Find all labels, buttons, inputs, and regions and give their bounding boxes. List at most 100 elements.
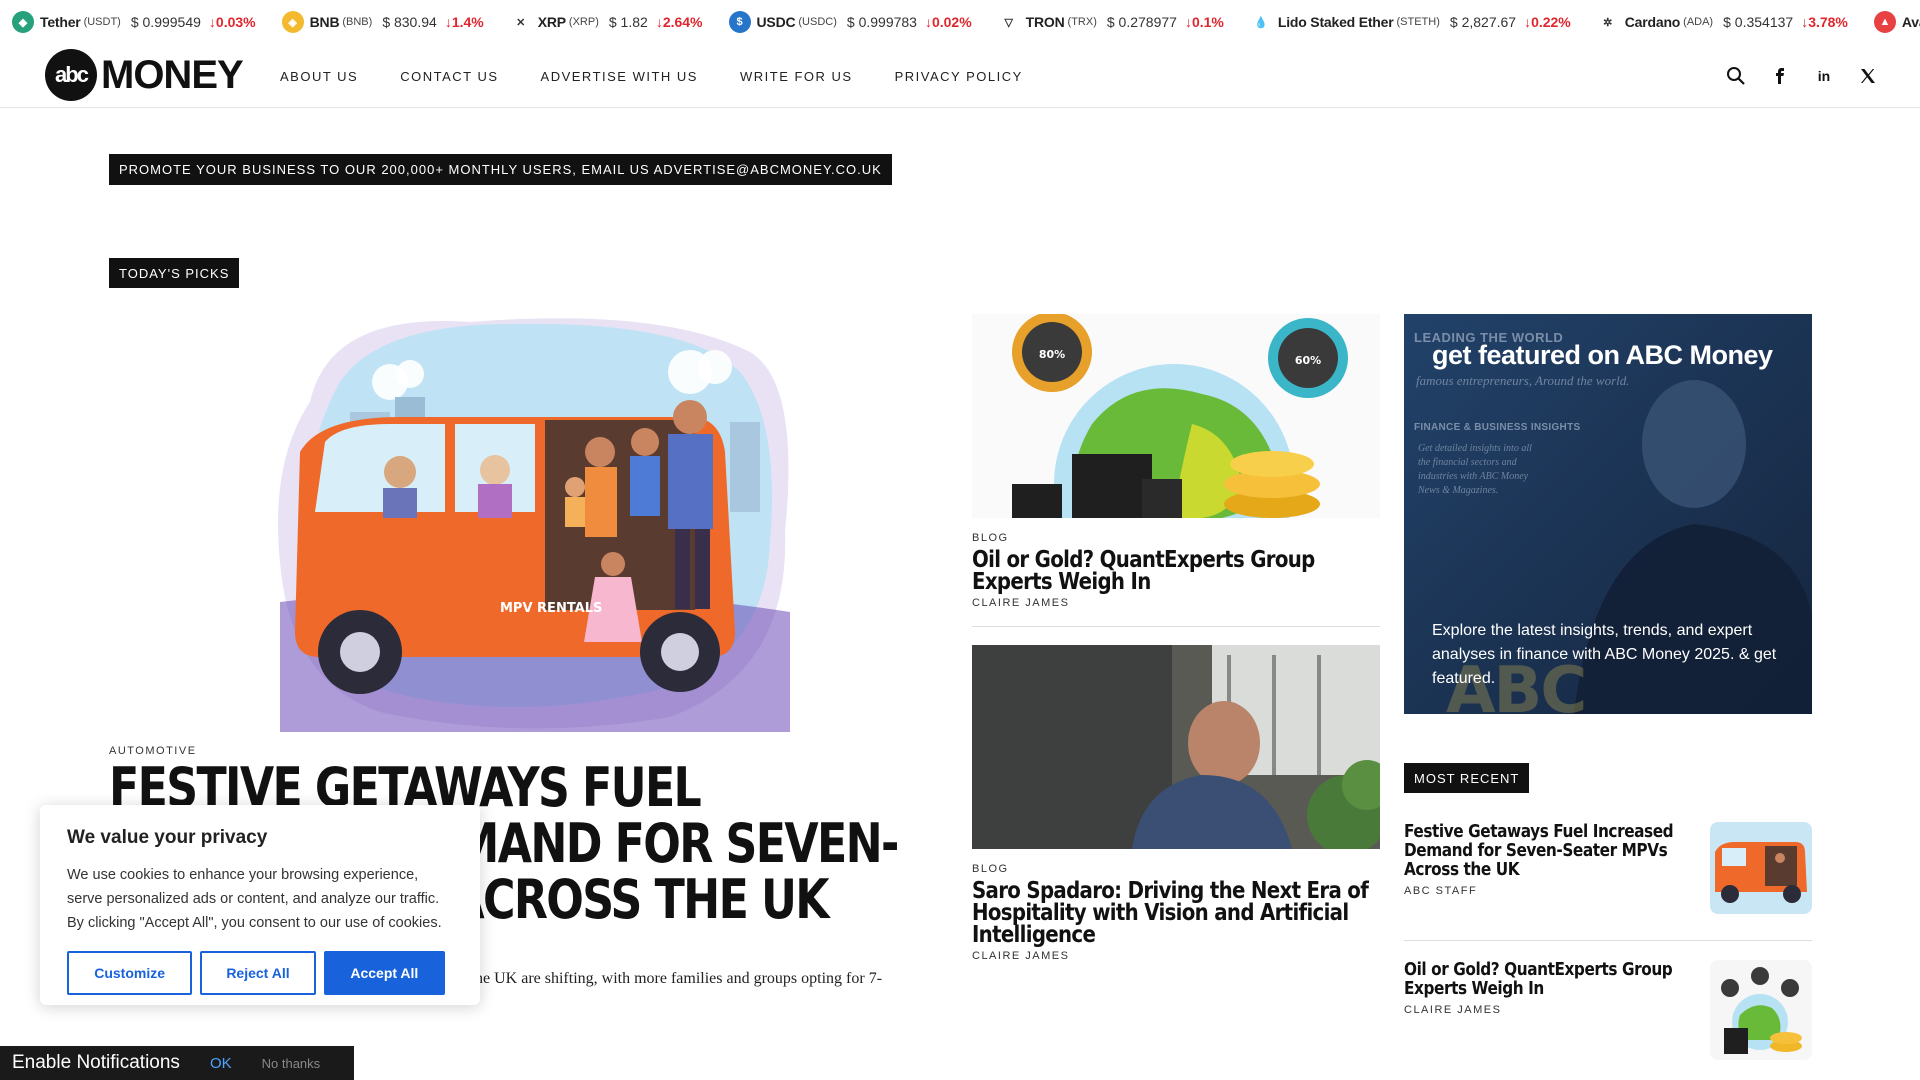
coin-symbol: (ADA) <box>1683 16 1714 28</box>
arrow-down-icon: ↓ <box>208 14 216 30</box>
van-logo-text: MPV RENTALS <box>500 601 602 616</box>
customize-button[interactable]: Customize <box>67 951 193 995</box>
article-card-author[interactable]: CLAIRE JAMES <box>972 597 1442 609</box>
facebook-icon[interactable] <box>1768 64 1792 88</box>
arrow-down-icon: ↓ <box>444 14 452 30</box>
arrow-down-icon: ↓ <box>1524 14 1532 30</box>
nav-link-write-for-us[interactable]: WRITE FOR US <box>740 69 853 84</box>
article-card: 80% 60% BLOG Oil or Gold? QuantExperts G… <box>972 314 1442 609</box>
recent-divider <box>1404 940 1812 941</box>
coin-symbol: (USDT) <box>83 16 121 28</box>
article-card: BLOG Saro Spadaro: Driving the Next Era … <box>972 645 1442 962</box>
cookie-consent-dialog: We value your privacy We use cookies to … <box>40 805 480 1005</box>
ticker-item[interactable]: ▲Avalanche(AV <box>1873 11 1920 33</box>
ticker-item[interactable]: ◆ Tether (USDT) $ 0.999549 ↓0.03% <box>12 11 266 33</box>
article-card-author[interactable]: CLAIRE JAMES <box>972 950 1442 962</box>
accept-all-button[interactable]: Accept All <box>323 951 445 995</box>
recent-item-title[interactable]: Festive Getaways Fuel Increased Demand f… <box>1404 822 1710 879</box>
recent-item-title[interactable]: Oil or Gold? QuantExperts Group Experts … <box>1404 960 1710 998</box>
coin-change-value: 0.02% <box>931 14 972 30</box>
coin-logo-icon: ✲ <box>1596 11 1619 33</box>
hero-article-image[interactable]: MPV RENTALS <box>270 312 800 732</box>
card-divider <box>972 626 1380 627</box>
coin-change-value: 3.78% <box>1808 14 1848 30</box>
todays-picks-label: TODAY'S PICKS <box>109 258 240 288</box>
ticker-item[interactable]: 💧 Lido Staked Ether (STETH) $ 2,827.67 ↓0.22… <box>1249 11 1581 33</box>
nav-icons: in <box>1704 44 1880 108</box>
coin-change-value: 0.03% <box>215 14 256 30</box>
ticker-item[interactable]: ✕ XRP (XRP) $ 1.82 ↓2.64% <box>509 11 713 33</box>
nav-link-privacy-policy[interactable]: PRIVACY POLICY <box>895 69 1023 84</box>
coin-change-value: 0.22% <box>1531 14 1571 30</box>
arrow-down-icon: ↓ <box>924 14 932 30</box>
coin-name: XRP <box>537 14 566 30</box>
coin-change: ↓0.03% <box>209 14 256 30</box>
coin-price: $ 830.94 <box>382 14 437 30</box>
coin-price: $ 0.278977 <box>1106 14 1177 30</box>
coin-change: ↓0.22% <box>1524 14 1571 30</box>
nav-link-advertise-with-us[interactable]: ADVERTISE WITH US <box>541 69 698 84</box>
featured-insights-text: Get detailed insights into all the finan… <box>1418 443 1532 496</box>
recent-item-thumbnail[interactable] <box>1710 822 1812 914</box>
oil-percent-badge-left: 80% <box>1039 348 1065 361</box>
hero-excerpt: he UK are shifting, with more families a… <box>475 970 883 987</box>
coin-price: $ 0.354137 <box>1723 14 1794 30</box>
cookie-title: We value your privacy <box>67 827 268 848</box>
coin-price: $ 1.82 <box>608 14 648 30</box>
coin-symbol: (USDC) <box>798 16 837 28</box>
recent-item: Festive Getaways Fuel Increased Demand f… <box>1404 822 1812 914</box>
nav-link-about-us[interactable]: ABOUT US <box>280 69 358 84</box>
coin-change-value: 2.64% <box>662 14 703 30</box>
coin-change: ↓2.64% <box>656 14 703 30</box>
coin-price: $ 2,827.67 <box>1449 14 1517 30</box>
crypto-ticker: ◆ Tether (USDT) $ 0.999549 ↓0.03% ◈ BNB (BNB) $ … <box>0 0 1920 44</box>
article-card-category[interactable]: BLOG <box>972 863 1442 875</box>
coin-logo-icon: ◆ <box>12 11 34 33</box>
coin-name: Avalanche <box>1901 14 1920 30</box>
coin-change: ↓0.02% <box>925 14 972 30</box>
coin-name: TRON <box>1025 14 1065 30</box>
coin-logo-icon: ◈ <box>281 11 304 33</box>
coin-symbol: (TRX) <box>1067 16 1097 28</box>
article-card-image[interactable] <box>972 645 1380 849</box>
coin-price: $ 0.999549 <box>130 14 201 30</box>
notification-label: Enable Notifications <box>12 1052 180 1073</box>
coin-name: Cardano <box>1624 14 1681 30</box>
notification-no-thanks-button[interactable]: No thanks <box>262 1056 321 1071</box>
coin-symbol: (STETH) <box>1396 16 1440 28</box>
cookie-text: We use cookies to enhance your browsing … <box>67 867 442 931</box>
article-card-title[interactable]: Oil or Gold? QuantExperts Group Experts … <box>972 549 1376 594</box>
get-featured-banner[interactable]: LEADING THE WORLD get featured on ABC Mo… <box>1404 314 1812 714</box>
arrow-down-icon: ↓ <box>655 14 663 30</box>
coin-symbol: (BNB) <box>342 16 373 28</box>
reject-all-button[interactable]: Reject All <box>200 951 316 995</box>
oil-percent-badge-right: 60% <box>1295 354 1321 367</box>
coin-logo-icon: 💧 <box>1249 11 1272 33</box>
coin-name: Lido Staked Ether <box>1277 14 1394 30</box>
coin-logo-icon: ▲ <box>1873 11 1896 33</box>
recent-item-thumbnail[interactable] <box>1710 960 1812 1060</box>
coin-change: ↓1.4% <box>445 14 484 30</box>
promo-banner[interactable]: PROMOTE YOUR BUSINESS TO OUR 200,000+ MO… <box>109 154 892 185</box>
site-logo[interactable]: abc MONEY <box>45 49 244 101</box>
main-navbar: abc MONEY ABOUT US CONTACT US ADVERTISE … <box>0 44 1920 108</box>
article-card-title[interactable]: Saro Spadaro: Driving the Next Era of Ho… <box>972 880 1376 947</box>
x-twitter-icon[interactable] <box>1856 64 1880 88</box>
coin-logo-icon: $ <box>728 11 751 33</box>
coin-logo-icon: ✕ <box>509 11 532 33</box>
search-icon[interactable] <box>1724 64 1748 88</box>
logo-text: MONEY <box>101 52 244 97</box>
nav-link-contact-us[interactable]: CONTACT US <box>400 69 498 84</box>
ticker-item[interactable]: ◈ BNB (BNB) $ 830.94 ↓1.4% <box>281 11 494 33</box>
featured-title: get featured on ABC Money <box>1432 340 1773 370</box>
ticker-item[interactable]: ✲ Cardano (ADA) $ 0.354137 ↓3.78% <box>1596 11 1858 33</box>
logo-mark: abc <box>45 49 97 101</box>
ticker-item[interactable]: ▽ TRON (TRX) $ 0.278977 ↓0.1% <box>997 11 1234 33</box>
notification-ok-button[interactable]: OK <box>210 1055 232 1072</box>
article-card-category[interactable]: BLOG <box>972 532 1442 544</box>
coin-change: ↓3.78% <box>1801 14 1848 30</box>
nav-links: ABOUT US CONTACT US ADVERTISE WITH US WR… <box>280 44 1065 108</box>
article-card-image[interactable]: 80% 60% <box>972 314 1380 518</box>
ticker-item[interactable]: $ USDC (USDC) $ 0.999783 ↓0.02% <box>728 11 982 33</box>
linkedin-icon[interactable]: in <box>1812 64 1836 88</box>
